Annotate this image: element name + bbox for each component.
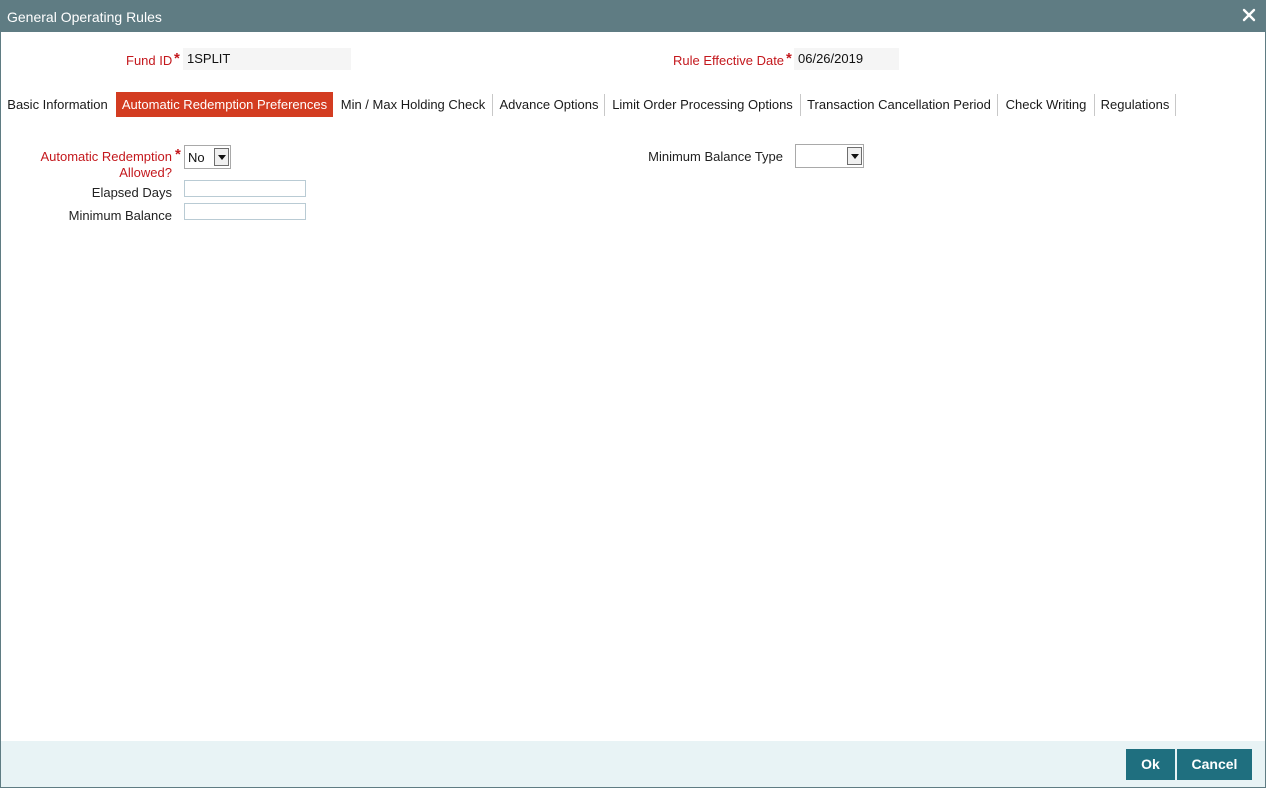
minimum-balance-label: Minimum Balance xyxy=(68,208,172,223)
elapsed-days-label: Elapsed Days xyxy=(91,185,172,200)
automatic-redemption-allowed-select[interactable]: No xyxy=(184,145,231,169)
required-asterisk: * xyxy=(786,50,792,67)
tab-limit-order-processing-options[interactable]: Limit Order Processing Options xyxy=(606,92,799,117)
rule-effective-date-value: 06/26/2019 xyxy=(794,48,899,70)
tab-advance-options[interactable]: Advance Options xyxy=(494,92,604,117)
tab-check-writing[interactable]: Check Writing xyxy=(999,92,1093,117)
tab-divider xyxy=(1094,94,1095,116)
tab-divider xyxy=(1175,94,1176,116)
chevron-down-icon[interactable] xyxy=(847,147,862,165)
window-title: General Operating Rules xyxy=(7,9,162,25)
tab-transaction-cancellation-period[interactable]: Transaction Cancellation Period xyxy=(802,92,996,117)
minimum-balance-type-select[interactable] xyxy=(795,144,864,168)
fund-id-label: Fund ID xyxy=(126,53,173,68)
tab-divider xyxy=(604,94,605,116)
cancel-button[interactable]: Cancel xyxy=(1177,749,1252,780)
minimum-balance-input[interactable] xyxy=(184,203,306,220)
tab-automatic-redemption-preferences[interactable]: Automatic Redemption Preferences xyxy=(116,92,333,117)
close-icon[interactable] xyxy=(1240,6,1258,24)
elapsed-days-input[interactable] xyxy=(184,180,306,197)
minimum-balance-type-label: Minimum Balance Type xyxy=(648,149,783,164)
general-operating-rules-window: General Operating Rules Fund ID * 1SPLIT… xyxy=(0,0,1266,788)
tab-strip: Basic Information Automatic Redemption P… xyxy=(1,92,1265,117)
tab-divider xyxy=(800,94,801,116)
automatic-redemption-allowed-value: No xyxy=(188,150,205,165)
tab-min-max-holding-check[interactable]: Min / Max Holding Check xyxy=(335,92,491,117)
tab-divider xyxy=(997,94,998,116)
tab-regulations[interactable]: Regulations xyxy=(1096,92,1174,117)
required-asterisk: * xyxy=(174,50,180,67)
tab-basic-information[interactable]: Basic Information xyxy=(2,92,113,117)
footer-bar: Ok Cancel xyxy=(1,741,1265,787)
rule-effective-date-label: Rule Effective Date xyxy=(673,53,785,68)
ok-button[interactable]: Ok xyxy=(1126,749,1175,780)
automatic-redemption-allowed-label-line2: Allowed? xyxy=(119,165,172,180)
fund-id-value: 1SPLIT xyxy=(183,48,351,70)
automatic-redemption-allowed-label: Automatic Redemption xyxy=(40,149,172,164)
required-asterisk: * xyxy=(175,146,181,163)
tab-divider xyxy=(492,94,493,116)
title-bar: General Operating Rules xyxy=(1,1,1265,32)
chevron-down-icon[interactable] xyxy=(214,148,229,166)
